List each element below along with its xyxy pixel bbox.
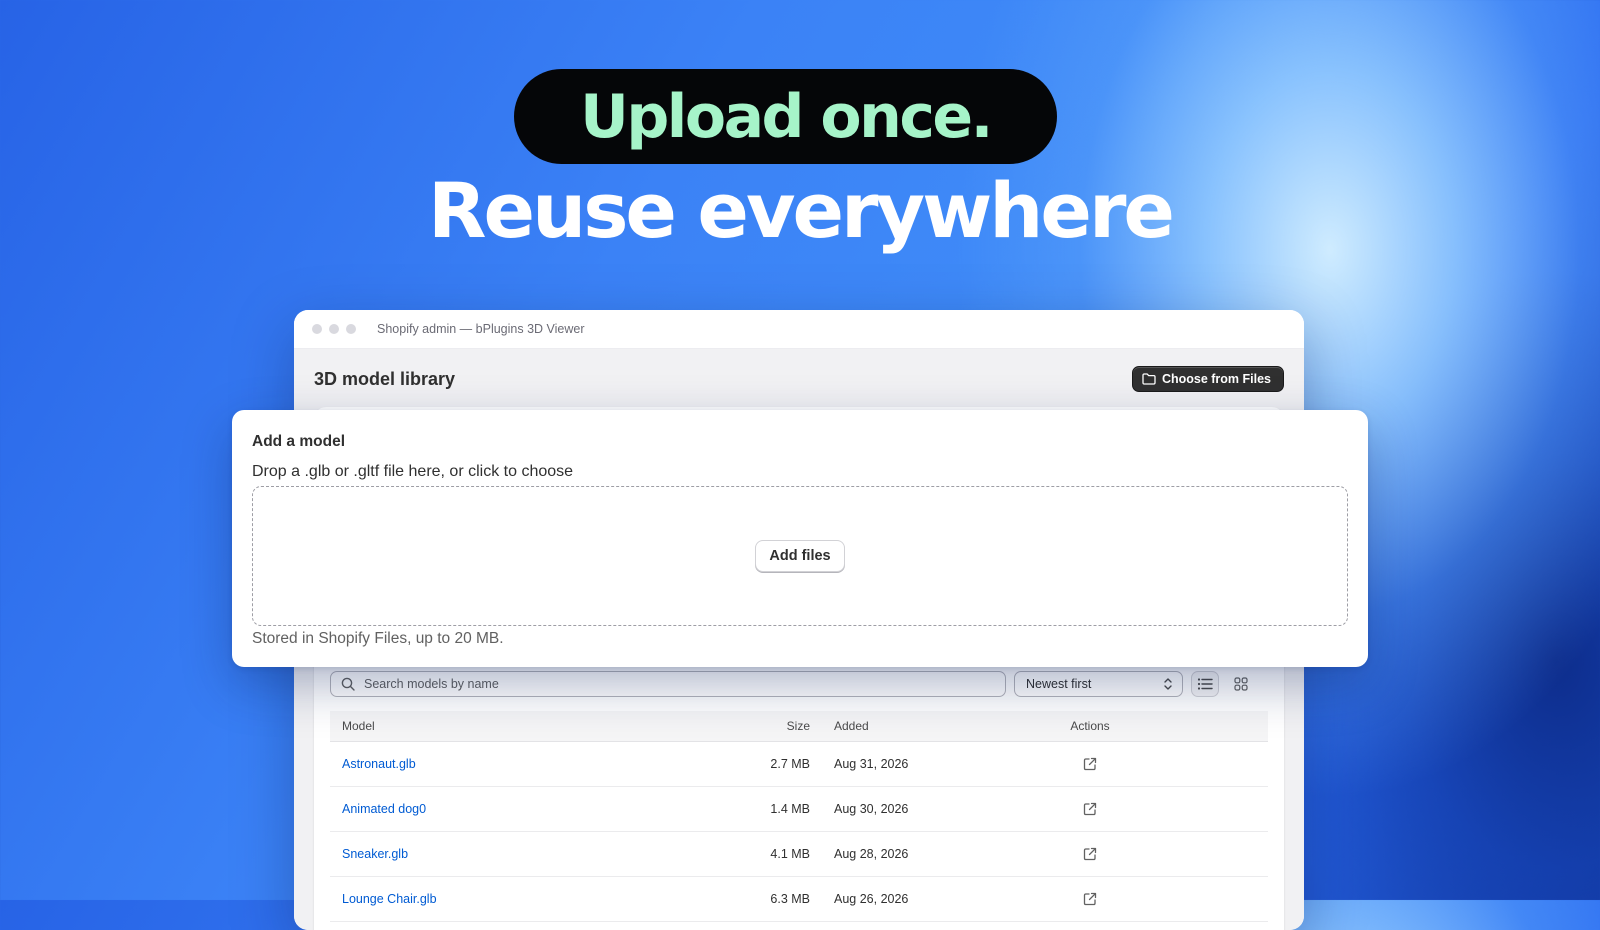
model-name-link[interactable]: Astronaut.glb <box>342 757 416 771</box>
hero-headline-line2: Reuse everywhere <box>428 166 1175 255</box>
window-minimize-dot[interactable] <box>329 324 339 334</box>
hero-headline-line1: Upload once. <box>580 81 993 152</box>
choose-from-files-button[interactable]: Choose from Files <box>1131 366 1284 392</box>
row-actions <box>1030 802 1150 817</box>
table-header-row: Model Size Added Actions <box>330 711 1268 742</box>
hero-pill: Upload once. <box>514 69 1057 164</box>
model-size: 4.1 MB <box>770 847 810 861</box>
model-added-date: Aug 26, 2026 <box>834 892 909 906</box>
add-model-card: Add a model Drop a .glb or .gltf file he… <box>232 410 1368 667</box>
add-files-button[interactable]: Add files <box>755 540 845 572</box>
page-title: 3D model library <box>314 368 456 389</box>
search-input[interactable] <box>362 676 966 692</box>
row-actions <box>1030 892 1150 907</box>
row-actions <box>1030 847 1150 862</box>
dropzone-label: Drop a .glb or .gltf file here, or click… <box>252 463 574 480</box>
window-zoom-dot[interactable] <box>346 324 356 334</box>
table-row: Sneaker.glb 4.1 MB Aug 28, 2026 <box>330 832 1268 877</box>
sort-select[interactable]: Newest first <box>1014 671 1183 697</box>
model-size: 1.4 MB <box>770 802 810 816</box>
list-view-button[interactable] <box>1191 671 1219 697</box>
model-name-link[interactable]: Sneaker.glb <box>342 847 408 861</box>
external-link-icon[interactable] <box>1083 892 1097 906</box>
library-toolbar: Newest first <box>330 671 1268 697</box>
upload-help-text: Stored in Shopify Files, up to 20 MB. <box>252 630 504 647</box>
window-titlebar: Shopify admin — bPlugins 3D Viewer <box>294 310 1304 349</box>
external-link-icon[interactable] <box>1083 847 1097 861</box>
model-size: 2.7 MB <box>770 757 810 771</box>
column-header-added[interactable]: Added <box>810 719 1030 733</box>
grid-view-icon <box>1234 677 1248 691</box>
sort-chevrons-icon <box>1164 678 1172 690</box>
model-added-date: Aug 30, 2026 <box>834 802 909 816</box>
list-view-icon <box>1197 678 1213 690</box>
column-header-size[interactable]: Size <box>730 719 810 733</box>
search-icon <box>341 677 355 691</box>
column-header-model[interactable]: Model <box>330 719 730 733</box>
model-size: 6.3 MB <box>770 892 810 906</box>
window-title: Shopify admin — bPlugins 3D Viewer <box>377 322 585 336</box>
model-name-link[interactable]: Lounge Chair.glb <box>342 892 437 906</box>
add-model-heading: Add a model <box>252 433 346 450</box>
model-name-link[interactable]: Animated dog0 <box>342 802 426 816</box>
folder-icon <box>1142 373 1156 385</box>
sort-selected-value: Newest first <box>1026 677 1092 691</box>
model-added-date: Aug 28, 2026 <box>834 847 909 861</box>
column-header-actions: Actions <box>1070 719 1110 733</box>
file-dropzone[interactable]: Add files <box>252 486 1348 626</box>
model-added-date: Aug 31, 2026 <box>834 757 909 771</box>
library-header: 3D model library Choose from Files <box>314 349 1284 409</box>
grid-view-button[interactable] <box>1227 671 1255 697</box>
row-actions <box>1030 757 1150 772</box>
choose-from-files-label: Choose from Files <box>1161 372 1271 386</box>
window-close-dot[interactable] <box>312 324 322 334</box>
models-table: Model Size Added Actions Astronaut.glb 2… <box>330 711 1268 922</box>
table-row: Animated dog0 1.4 MB Aug 30, 2026 <box>330 787 1268 832</box>
table-row: Astronaut.glb 2.7 MB Aug 31, 2026 <box>330 742 1268 787</box>
external-link-icon[interactable] <box>1083 802 1097 816</box>
search-field[interactable] <box>330 671 1006 697</box>
external-link-icon[interactable] <box>1083 757 1097 771</box>
